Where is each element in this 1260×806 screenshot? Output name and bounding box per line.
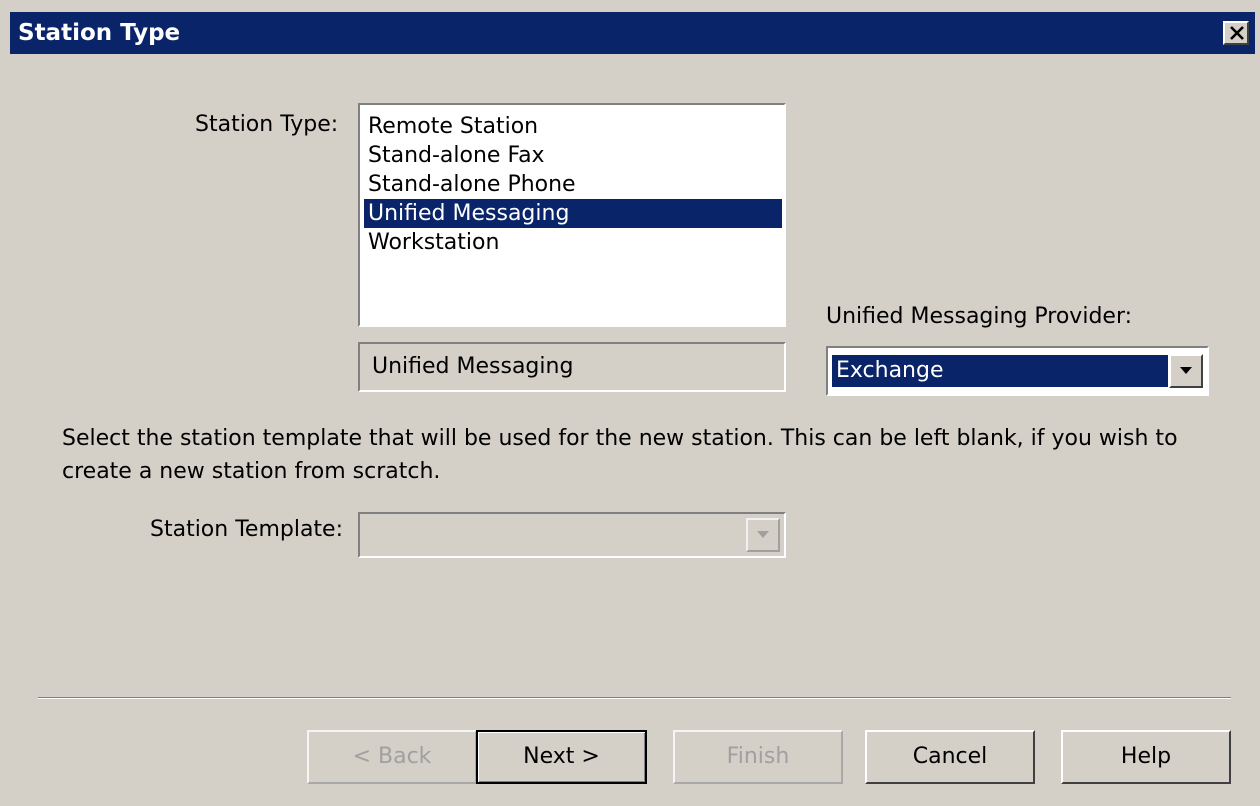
next-button[interactable]: Next > [476,730,647,784]
list-item-workstation[interactable]: Workstation [364,228,782,257]
selected-station-type-value: Unified Messaging [372,354,574,379]
station-type-listbox[interactable]: Remote Station Stand-alone Fax Stand-alo… [358,103,786,327]
button-separator [38,697,1231,699]
title-bar[interactable]: Station Type [10,12,1255,54]
station-template-dropdown-button[interactable] [746,518,780,552]
finish-button[interactable]: Finish [673,730,843,784]
station-type-label: Station Type: [195,112,339,137]
provider-label: Unified Messaging Provider: [826,304,1133,329]
close-icon [1230,26,1244,40]
station-template-dropdown[interactable] [358,512,786,558]
list-item-remote-station[interactable]: Remote Station [364,112,782,141]
chevron-down-icon [1180,367,1192,374]
station-type-dialog: Station Type Station Type: Remote Statio… [0,0,1260,806]
provider-dropdown[interactable]: Exchange [826,346,1209,396]
list-item-unified-messaging[interactable]: Unified Messaging [364,199,782,228]
instruction-text-line2: create a new station from scratch. [62,459,441,484]
help-button[interactable]: Help [1061,730,1231,784]
cancel-button[interactable]: Cancel [865,730,1035,784]
provider-dropdown-button[interactable] [1169,354,1203,388]
provider-selected-value: Exchange [832,355,1168,387]
list-item-standalone-phone[interactable]: Stand-alone Phone [364,170,782,199]
list-item-standalone-fax[interactable]: Stand-alone Fax [364,141,782,170]
station-template-label: Station Template: [150,517,344,542]
instruction-text-line1: Select the station template that will be… [62,426,1178,451]
chevron-down-icon [757,531,769,538]
back-button[interactable]: < Back [307,730,477,784]
close-button[interactable] [1223,21,1249,45]
window-title: Station Type [18,20,181,46]
selected-station-type-display: Unified Messaging [358,342,786,392]
